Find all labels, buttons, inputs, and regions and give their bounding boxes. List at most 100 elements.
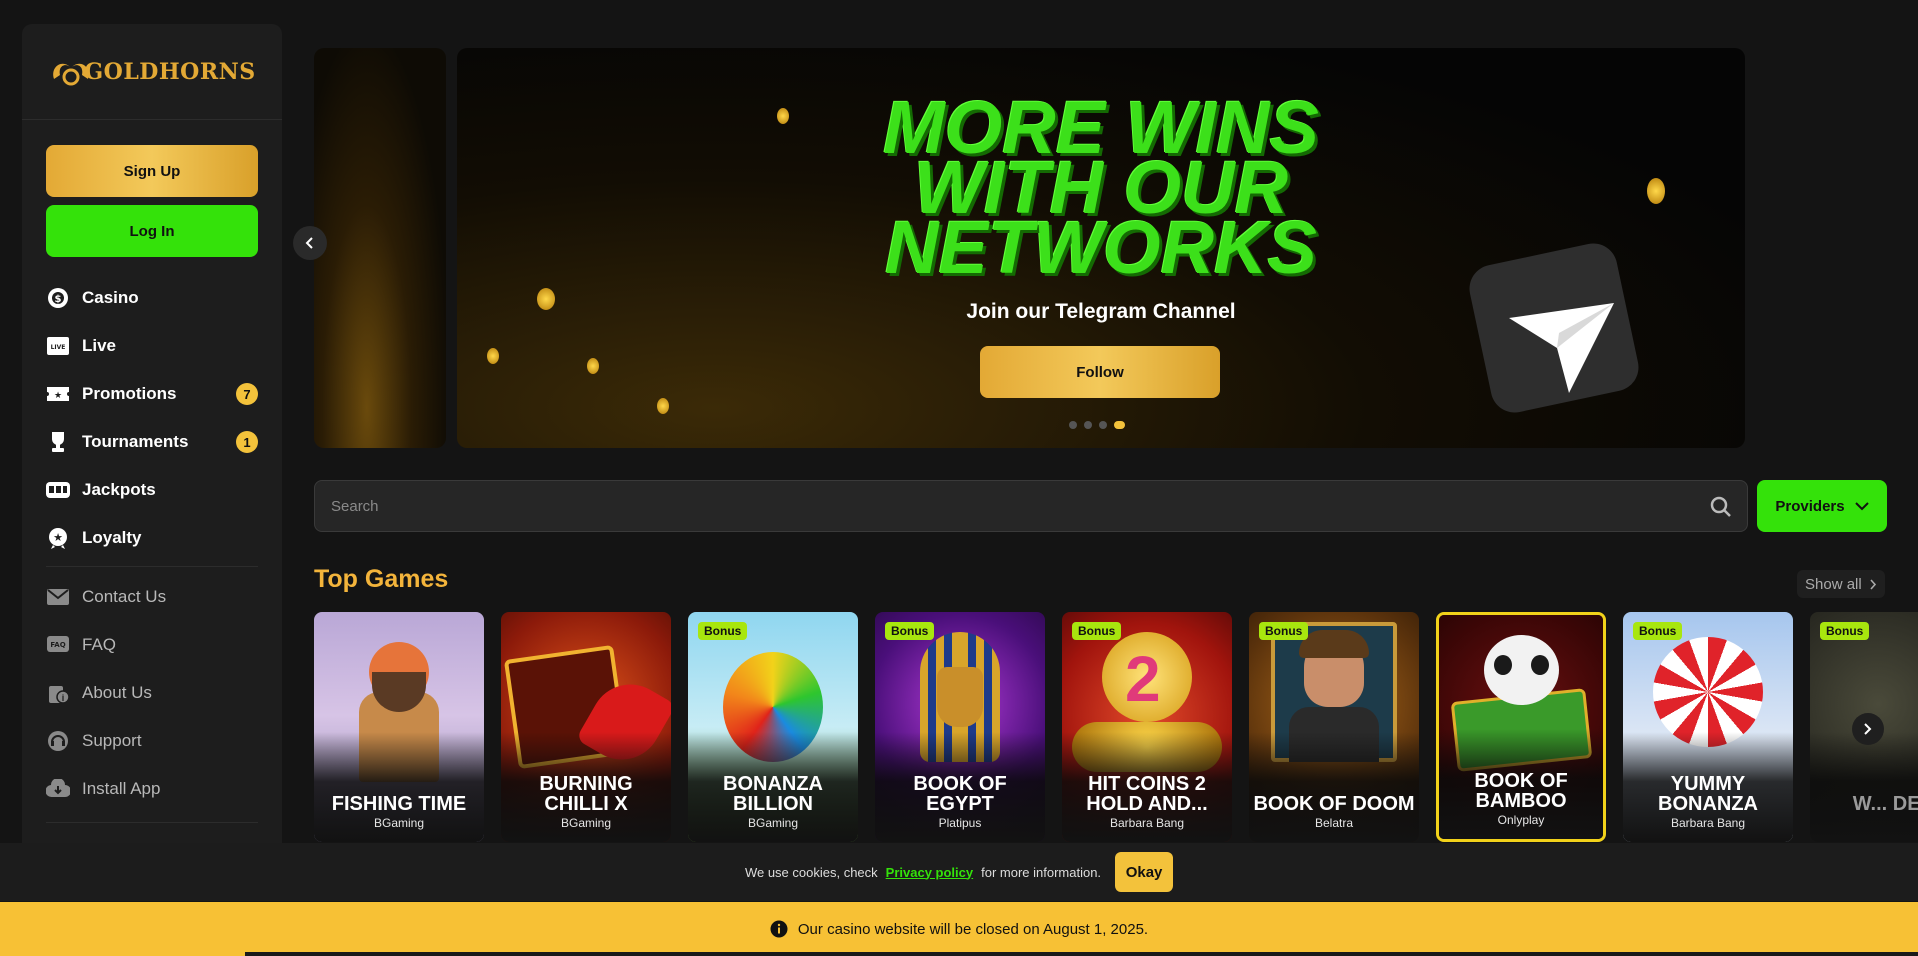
sidebar-item-label: About Us	[82, 683, 152, 702]
sidebar-item-about-us[interactable]: i About Us	[46, 669, 258, 717]
live-icon: LIVE	[46, 334, 70, 358]
search-icon[interactable]	[1709, 495, 1733, 519]
game-card[interactable]: Bonus YUMMY BONANZA Barbara Bang	[1623, 612, 1793, 842]
top-games-carousel: FISHING TIME BGaming BURNING CHILLI X BG…	[314, 612, 1918, 842]
game-title: BOOK OF BAMBOO	[1474, 770, 1568, 812]
sidebar-item-loyalty[interactable]: ★ Loyalty	[46, 514, 258, 562]
cookie-text: for more information.	[981, 864, 1102, 880]
sidebar-item-install-app[interactable]: Install App	[46, 765, 258, 813]
telegram-icon	[1469, 243, 1639, 413]
game-title: BURNING CHILLI X	[539, 773, 633, 815]
bonus-badge: Bonus	[1633, 622, 1683, 640]
sidebar-item-label: Tournaments	[82, 432, 189, 451]
logo[interactable]: GOLDHORNS	[22, 24, 282, 120]
game-provider: Barbara Bang	[1670, 816, 1746, 830]
sidebar-item-label: Contact Us	[82, 587, 167, 606]
loyalty-badge-icon: ★	[46, 526, 70, 550]
privacy-policy-link[interactable]: Privacy policy	[886, 865, 973, 880]
svg-text:FAQ: FAQ	[50, 641, 65, 649]
slot-machine-icon	[46, 478, 70, 502]
sidebar-item-support[interactable]: Support	[46, 717, 258, 765]
game-title: FISHING TIME	[331, 793, 467, 815]
cookie-okay-button[interactable]: Okay	[1115, 852, 1174, 892]
carousel-dot-active[interactable]	[1114, 421, 1125, 429]
sidebar-item-label: FAQ	[82, 635, 117, 654]
svg-text:i: i	[62, 693, 65, 703]
game-title: BOOK OF DOOM	[1253, 793, 1415, 815]
carousel-dot[interactable]	[1069, 421, 1077, 429]
sidebar-item-promotions[interactable]: ★ Promotions 7	[46, 370, 258, 418]
game-card[interactable]: 2 Bonus HIT COINS 2 HOLD AND... Barbara …	[1062, 612, 1232, 842]
search-bar	[314, 480, 1748, 532]
nav-divider	[46, 566, 258, 567]
log-in-button[interactable]: Log In	[46, 205, 258, 257]
games-next-button[interactable]	[1852, 713, 1884, 745]
sidebar-item-label: Live	[82, 336, 117, 355]
faq-icon: FAQ	[46, 633, 70, 657]
game-card[interactable]: BOOK OF BAMBOO Onlyplay	[1436, 612, 1606, 842]
bonus-badge: Bonus	[1072, 622, 1122, 640]
chevron-left-icon	[305, 237, 313, 249]
show-all-link[interactable]: Show all	[1797, 570, 1885, 598]
providers-label: Providers	[1775, 497, 1845, 515]
logo-text: GOLDHORNS	[48, 57, 255, 87]
closure-notice-bar: Our casino website will be closed on Aug…	[0, 902, 1918, 956]
search-input[interactable]	[331, 497, 1631, 515]
top-games-title: Top Games	[314, 565, 449, 593]
game-card[interactable]: FISHING TIME BGaming	[314, 612, 484, 842]
svg-text:$: $	[55, 294, 62, 305]
follow-button[interactable]: Follow	[980, 346, 1220, 398]
carousel-dot[interactable]	[1099, 421, 1107, 429]
chevron-down-icon	[1854, 501, 1869, 510]
game-title: HIT COINS 2 HOLD AND...	[1086, 773, 1208, 815]
carousel-dot[interactable]	[1084, 421, 1092, 429]
svg-text:LIVE: LIVE	[51, 344, 66, 351]
download-icon	[46, 777, 70, 801]
coin-decoration	[487, 348, 499, 364]
game-provider: BGaming	[747, 816, 799, 830]
sidebar-item-contact-us[interactable]: Contact Us	[46, 573, 258, 621]
bonus-badge: Bonus	[885, 622, 935, 640]
sidebar-item-label: Casino	[82, 288, 139, 307]
sidebar-item-label: Promotions	[82, 384, 177, 403]
game-card[interactable]: Bonus BOOK OF EGYPT Platipus	[875, 612, 1045, 842]
sidebar-item-faq[interactable]: FAQ FAQ	[46, 621, 258, 669]
bonus-badge: Bonus	[698, 622, 748, 640]
notice-text: Our casino website will be closed on Aug…	[797, 920, 1149, 938]
info-icon: i	[46, 681, 70, 705]
game-provider: Belatra	[1314, 816, 1354, 830]
sidebar-item-casino[interactable]: $ Casino	[46, 274, 258, 322]
sidebar: GOLDHORNS Sign Up Log In $ Casino LIVE L…	[22, 24, 282, 844]
game-title: BOOK OF EGYPT	[913, 773, 1007, 815]
info-icon	[770, 920, 788, 938]
game-card[interactable]: Bonus BOOK OF DOOM Belatra	[1249, 612, 1419, 842]
game-provider: Platipus	[938, 816, 982, 830]
game-provider: BGaming	[560, 816, 612, 830]
tournaments-count-badge: 1	[236, 431, 258, 453]
providers-dropdown[interactable]: Providers	[1757, 480, 1887, 532]
sidebar-item-tournaments[interactable]: Tournaments 1	[46, 418, 258, 466]
sign-up-button[interactable]: Sign Up	[46, 145, 258, 197]
game-title: W... DE...	[1852, 793, 1918, 815]
previous-slide-preview[interactable]	[314, 48, 446, 448]
promotions-count-badge: 7	[236, 383, 258, 405]
coin-decoration	[587, 358, 599, 374]
carousel-prev-button[interactable]	[293, 226, 327, 260]
sidebar-item-label: Jackpots	[82, 480, 156, 499]
game-card[interactable]: BURNING CHILLI X BGaming	[501, 612, 671, 842]
chevron-right-icon	[1870, 578, 1876, 590]
carousel-dots	[1069, 421, 1125, 429]
sidebar-item-jackpots[interactable]: Jackpots	[46, 466, 258, 514]
coin-decoration	[657, 398, 669, 414]
promo-banner[interactable]: MORE WINS WITH OUR NETWORKS Join our Tel…	[457, 48, 1745, 448]
casino-chip-icon: $	[46, 286, 70, 310]
svg-text:★: ★	[53, 532, 63, 544]
game-provider: BGaming	[373, 816, 425, 830]
game-provider: Barbara Bang	[1109, 816, 1185, 830]
sidebar-item-live[interactable]: LIVE Live	[46, 322, 258, 370]
game-card[interactable]: Bonus BONANZA BILLION BGaming	[688, 612, 858, 842]
sidebar-nav: $ Casino LIVE Live ★ Promotions 7 Tourna…	[46, 274, 258, 813]
sidebar-item-label: Support	[82, 731, 142, 750]
svg-text:★: ★	[54, 390, 62, 400]
headset-icon	[46, 729, 70, 753]
